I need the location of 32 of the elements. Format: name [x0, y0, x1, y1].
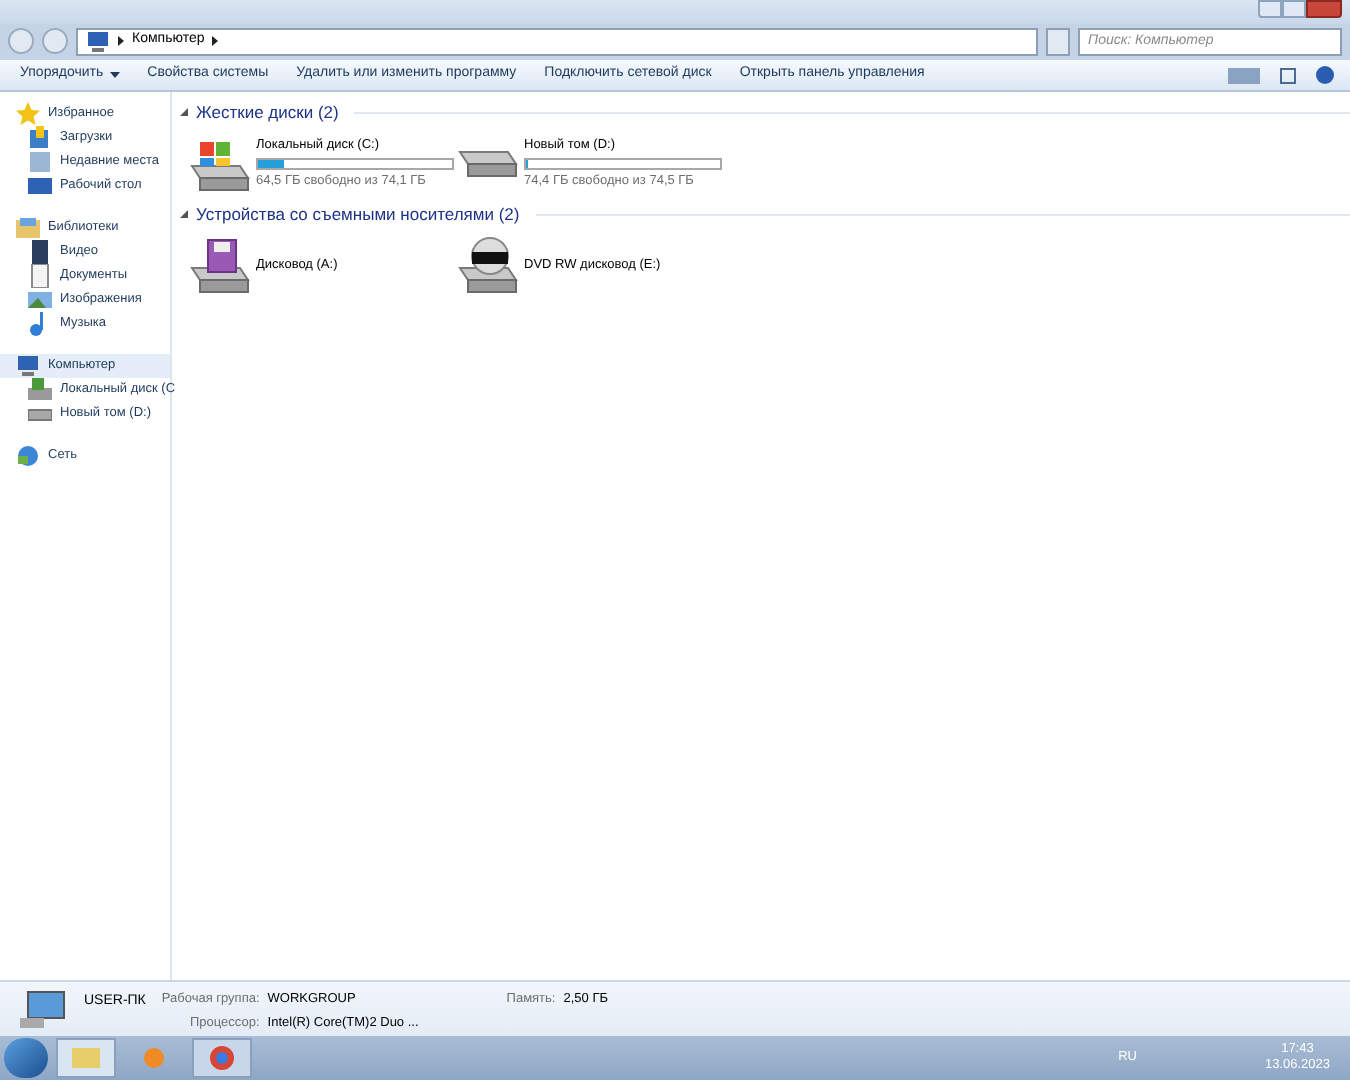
computer-icon: [16, 354, 40, 378]
explorer-taskbar-icon[interactable]: [56, 1038, 116, 1078]
chevron-icon[interactable]: [118, 36, 124, 46]
forward-button[interactable]: [42, 28, 68, 54]
video-icon: [28, 240, 52, 264]
caret-icon: [109, 72, 120, 78]
start-button[interactable]: [4, 1038, 48, 1078]
network-icon: [16, 444, 40, 468]
collapse-icon[interactable]: [180, 108, 188, 117]
back-button[interactable]: [8, 28, 34, 54]
star-icon: [16, 102, 40, 126]
dvd-drive-icon: [456, 235, 520, 295]
preview-pane-icon[interactable]: [1280, 67, 1296, 83]
computer-icon: [86, 29, 110, 53]
browser-taskbar-icon[interactable]: [192, 1038, 252, 1078]
group-header[interactable]: Устройства со съемными носителями (2): [196, 201, 520, 227]
library-icon: [16, 216, 40, 240]
downloads-icon: [28, 126, 52, 150]
docs-icon: [28, 264, 52, 288]
sysdrive-icon: [28, 378, 52, 402]
images-icon: [28, 288, 52, 312]
hard-drive-icon: [456, 149, 520, 178]
group-header[interactable]: Жесткие диски (2): [196, 100, 339, 126]
close-button[interactable]: [1306, 0, 1342, 18]
collapse-icon[interactable]: [180, 210, 188, 219]
floppy-drive-icon: [188, 235, 252, 295]
desktop-icon: [28, 174, 52, 198]
maximize-button[interactable]: [1282, 0, 1306, 18]
chevron-icon[interactable]: [212, 36, 219, 46]
refresh-button[interactable]: [1046, 27, 1070, 55]
minimize-button[interactable]: [1258, 0, 1282, 18]
computer-icon: [20, 990, 68, 1030]
